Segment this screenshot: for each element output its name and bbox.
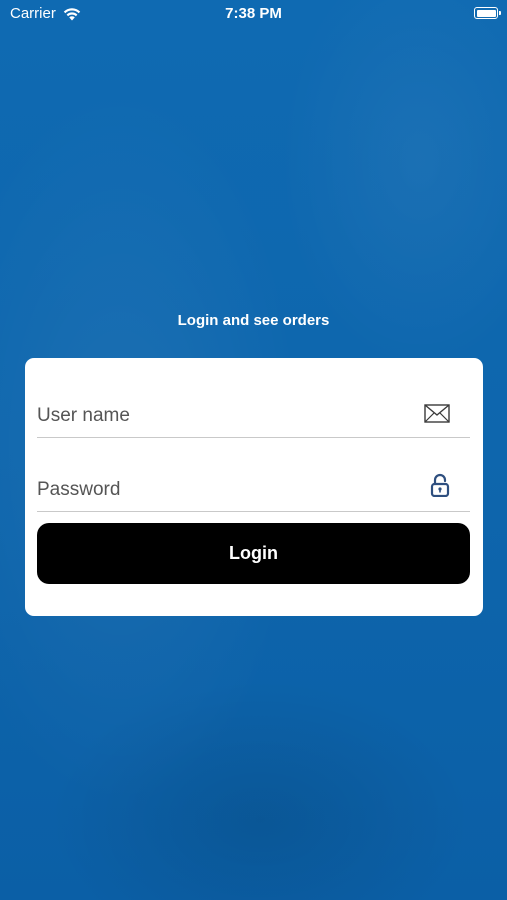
username-input[interactable] (37, 405, 407, 427)
battery-icon (474, 7, 501, 19)
battery-level (476, 9, 496, 17)
password-field (37, 465, 470, 512)
username-field (37, 391, 470, 438)
login-subtitle: Login and see orders (177, 312, 330, 329)
home-indicator (187, 887, 321, 892)
login-button[interactable]: Login (37, 523, 470, 584)
status-time: 7:38 PM (225, 5, 282, 22)
login-card: Login (25, 358, 483, 616)
status-bar: Carrier 7:38 PM (0, 0, 507, 28)
lock-icon (430, 473, 450, 497)
envelope-icon (424, 404, 450, 423)
password-input[interactable] (37, 479, 407, 501)
